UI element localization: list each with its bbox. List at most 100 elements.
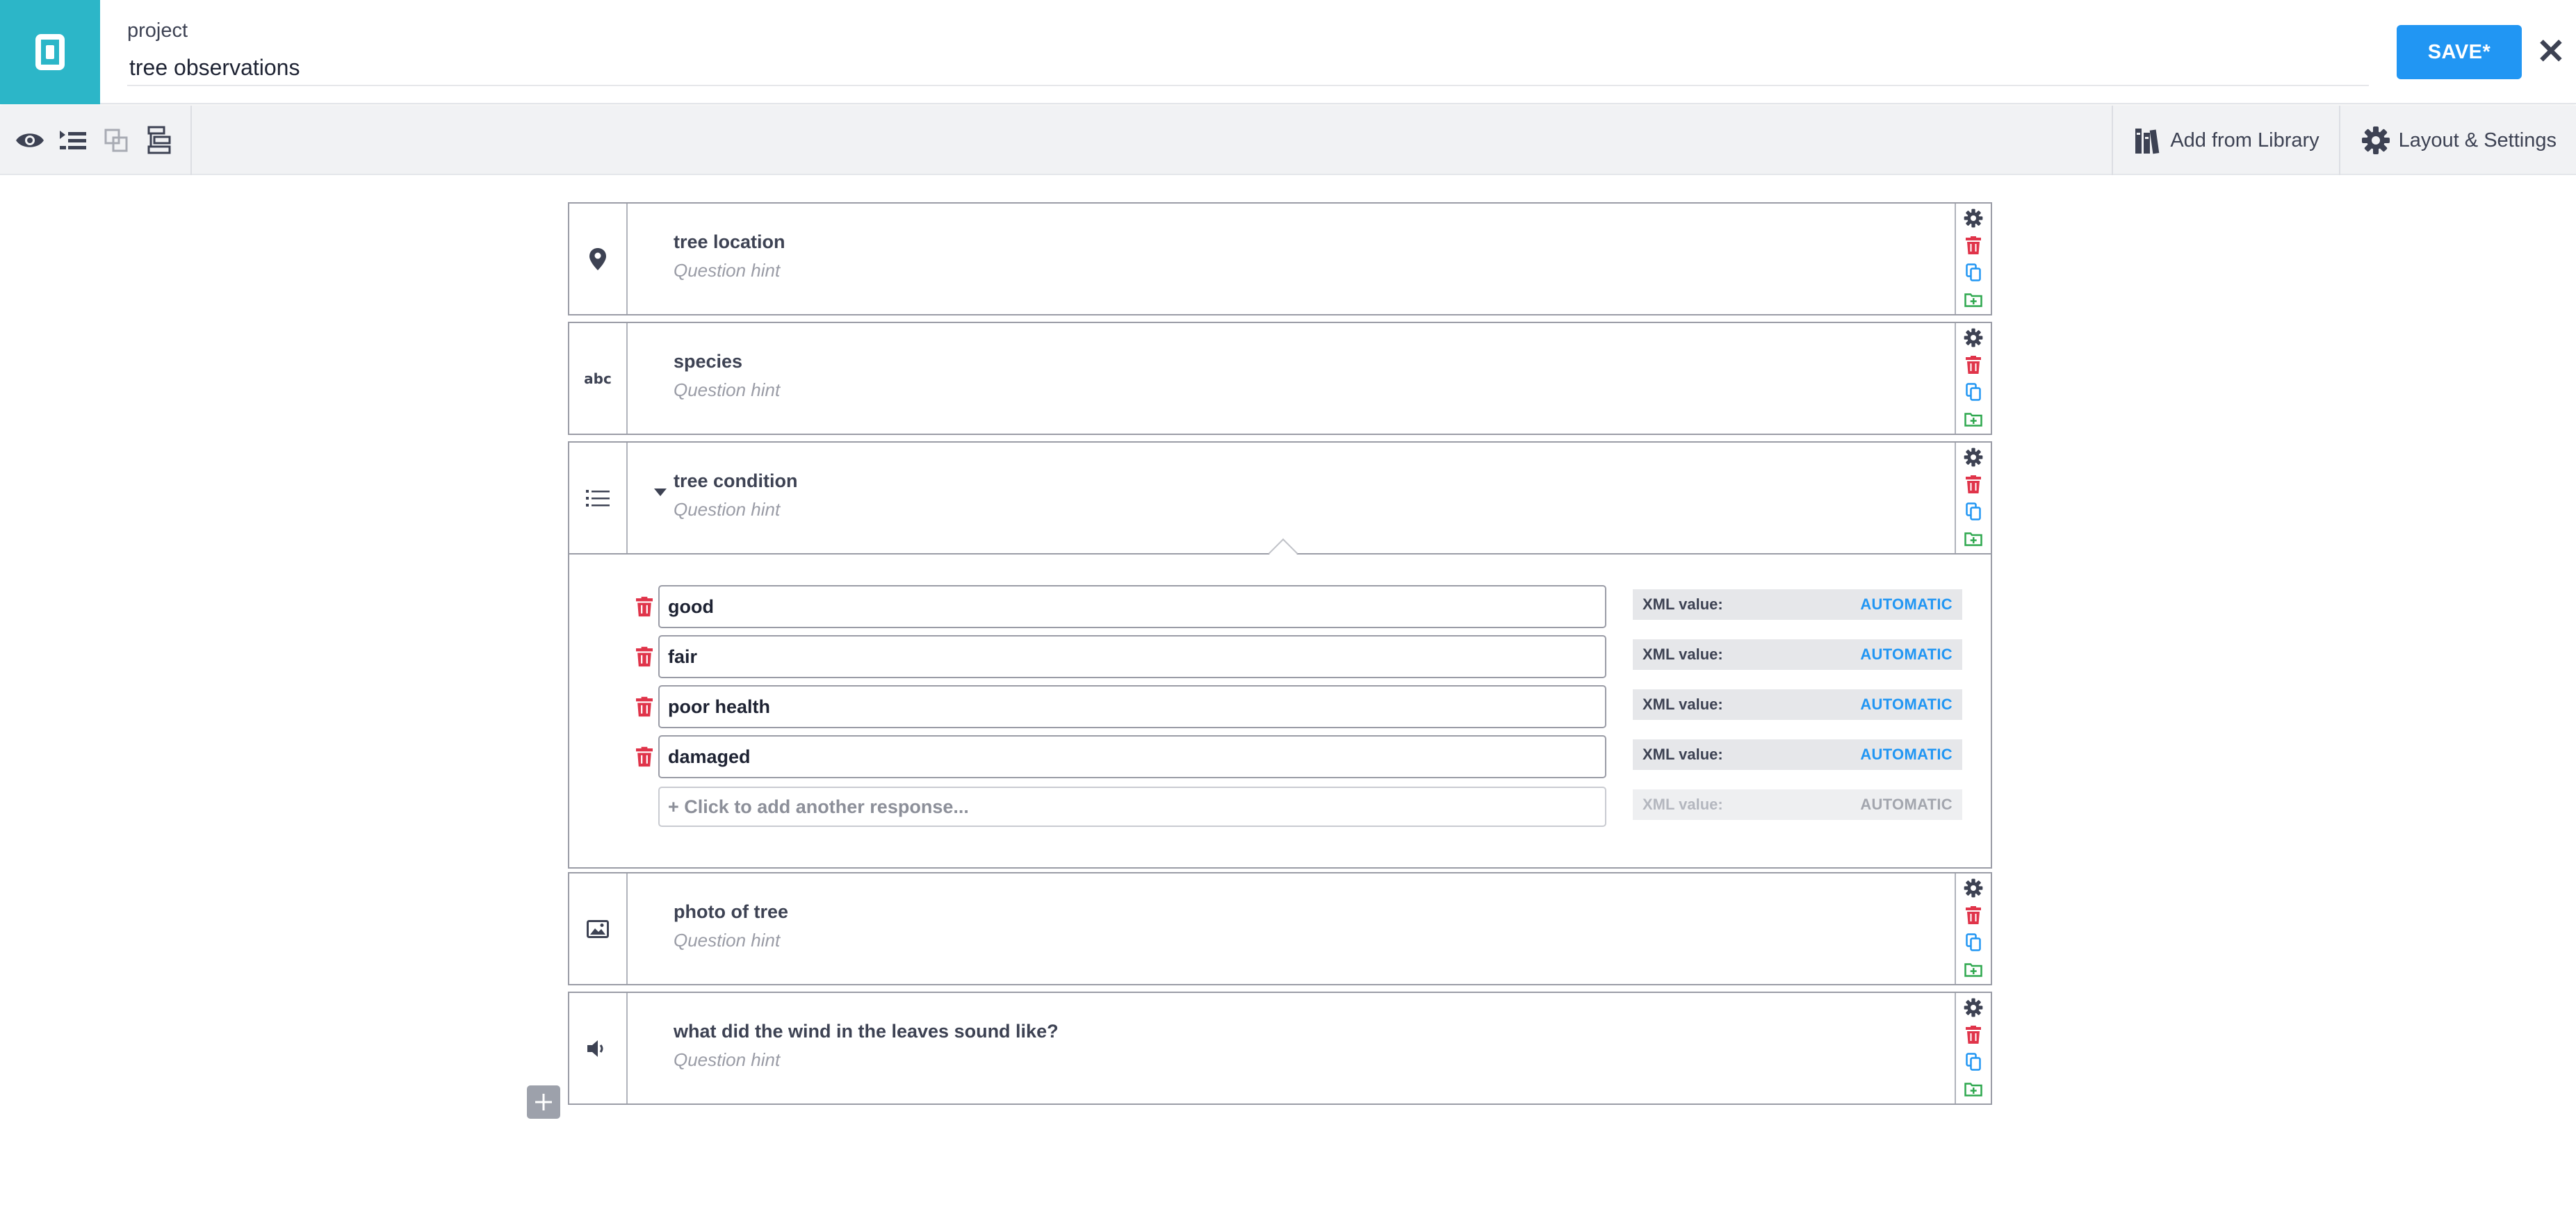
question-label[interactable]: what did the wind in the leaves sound li… (674, 1021, 1059, 1042)
delete-trash-icon[interactable] (1963, 1024, 1984, 1045)
delete-trash-icon[interactable] (1963, 354, 1984, 375)
question-type (569, 873, 628, 984)
xml-value-field[interactable]: XML value: AUTOMATIC (1633, 739, 1962, 770)
question-row[interactable]: tree location Question hint (568, 202, 1992, 315)
toolbar-left-icons (0, 106, 192, 175)
question-hint[interactable]: Question hint (674, 260, 780, 281)
duplicate-icon[interactable] (1963, 932, 1984, 953)
add-to-library-icon[interactable] (1963, 1078, 1984, 1099)
xml-value-field[interactable]: XML value: AUTOMATIC (1633, 639, 1962, 670)
choice-label-input[interactable]: damaged (658, 735, 1606, 778)
settings-gear-icon[interactable] (1963, 997, 1984, 1018)
delete-trash-icon[interactable] (1963, 474, 1984, 495)
question-row[interactable]: what did the wind in the leaves sound li… (568, 992, 1992, 1105)
xml-value-label: XML value: (1642, 796, 1723, 813)
duplicate-icon[interactable] (1963, 1051, 1984, 1072)
toolbar-right: Add from Library Layout & Settings (2112, 106, 2576, 175)
xml-value[interactable]: AUTOMATIC (1860, 696, 1953, 714)
app-header: project SAVE* ✕ (0, 0, 2576, 104)
xml-value-label: XML value: (1642, 746, 1723, 763)
xml-value-label: XML value: (1642, 696, 1723, 713)
duplicate-icon[interactable] (1963, 381, 1984, 402)
choice-row: fair XML value: AUTOMATIC (569, 635, 1994, 680)
question-type (569, 443, 628, 553)
add-to-library-icon[interactable] (1963, 409, 1984, 429)
audio-speaker-icon (587, 1040, 603, 1057)
xml-value-field[interactable]: XML value: AUTOMATIC (1633, 589, 1962, 620)
delete-trash-icon[interactable] (1963, 235, 1984, 256)
choice-row: poor health XML value: AUTOMATIC (569, 685, 1994, 730)
app-logo[interactable] (0, 0, 100, 104)
project-label: project (127, 19, 188, 42)
add-to-library-icon[interactable] (1963, 289, 1984, 310)
layout-settings-button[interactable]: Layout & Settings (2338, 106, 2576, 175)
xml-value[interactable]: AUTOMATIC (1860, 646, 1953, 664)
delete-choice-trash-icon[interactable] (636, 646, 657, 670)
close-icon[interactable]: ✕ (2536, 32, 2566, 71)
duplicate-icon[interactable] (1963, 501, 1984, 522)
question-row-expanded[interactable]: tree condition Question hint (568, 441, 1992, 555)
question-label[interactable]: species (674, 351, 742, 372)
location-pin-icon (589, 247, 606, 270)
question-hint[interactable]: Question hint (674, 1049, 780, 1071)
question-actions (1955, 323, 1991, 434)
layout-settings-label: Layout & Settings (2398, 129, 2557, 151)
add-response-input[interactable]: + Click to add another response... (658, 787, 1606, 827)
xml-value[interactable]: AUTOMATIC (1860, 746, 1953, 764)
question-hint[interactable]: Question hint (674, 930, 780, 951)
xml-value: AUTOMATIC (1860, 796, 1953, 813)
library-books-icon (2135, 129, 2160, 154)
settings-gear-icon[interactable] (1963, 447, 1984, 468)
list-icon (586, 489, 610, 507)
save-button[interactable]: SAVE* (2397, 25, 2522, 79)
question-label[interactable]: tree location (674, 231, 785, 253)
settings-gear-icon[interactable] (1963, 878, 1984, 898)
xml-value-field-disabled: XML value: AUTOMATIC (1633, 789, 1962, 820)
question-row[interactable]: photo of tree Question hint (568, 872, 1992, 985)
question-row[interactable]: abc species Question hint (568, 322, 1992, 435)
add-to-library-icon[interactable] (1963, 959, 1984, 980)
preview-eye-icon[interactable] (14, 124, 46, 156)
question-actions (1955, 873, 1991, 984)
tree-structure-icon[interactable] (143, 124, 175, 156)
add-from-library-button[interactable]: Add from Library (2112, 106, 2338, 175)
choices-panel: good XML value: AUTOMATIC fair XML value:… (568, 538, 1994, 869)
choice-label-input[interactable]: fair (658, 635, 1606, 678)
collapse-caret-icon[interactable] (654, 489, 667, 496)
question-label[interactable]: tree condition (674, 470, 798, 492)
xml-value-label: XML value: (1642, 646, 1723, 663)
copy-layout-icon[interactable] (100, 124, 132, 156)
settings-gear-icon[interactable] (1963, 327, 1984, 348)
add-choice-row: + Click to add another response... XML v… (569, 787, 1994, 831)
add-to-library-icon[interactable] (1963, 528, 1984, 549)
delete-choice-trash-icon[interactable] (636, 596, 657, 620)
group-questions-icon[interactable] (57, 124, 89, 156)
gear-icon (2361, 126, 2390, 154)
toolbar: Add from Library Layout & Settings (0, 106, 2576, 175)
delete-choice-trash-icon[interactable] (636, 696, 657, 720)
mobile-device-icon (35, 34, 65, 70)
choice-label-input[interactable]: poor health (658, 685, 1606, 728)
question-label[interactable]: photo of tree (674, 901, 788, 923)
choice-row: damaged XML value: AUTOMATIC (569, 735, 1994, 780)
question-actions (1955, 443, 1991, 553)
duplicate-icon[interactable] (1963, 262, 1984, 283)
plus-icon (535, 1094, 552, 1110)
question-type: abc (569, 323, 628, 434)
xml-value[interactable]: AUTOMATIC (1860, 596, 1953, 614)
question-hint[interactable]: Question hint (674, 379, 780, 401)
text-abc-icon: abc (584, 370, 612, 387)
add-from-library-label: Add from Library (2170, 129, 2320, 151)
question-hint[interactable]: Question hint (674, 499, 780, 520)
project-title-input[interactable] (127, 50, 2369, 86)
question-actions (1955, 204, 1991, 314)
settings-gear-icon[interactable] (1963, 208, 1984, 229)
delete-trash-icon[interactable] (1963, 905, 1984, 926)
xml-value-label: XML value: (1642, 596, 1723, 613)
add-question-button[interactable] (527, 1085, 560, 1119)
question-type (569, 993, 628, 1103)
choice-label-input[interactable]: good (658, 585, 1606, 628)
xml-value-field[interactable]: XML value: AUTOMATIC (1633, 689, 1962, 720)
question-actions (1955, 993, 1991, 1103)
delete-choice-trash-icon[interactable] (636, 746, 657, 770)
